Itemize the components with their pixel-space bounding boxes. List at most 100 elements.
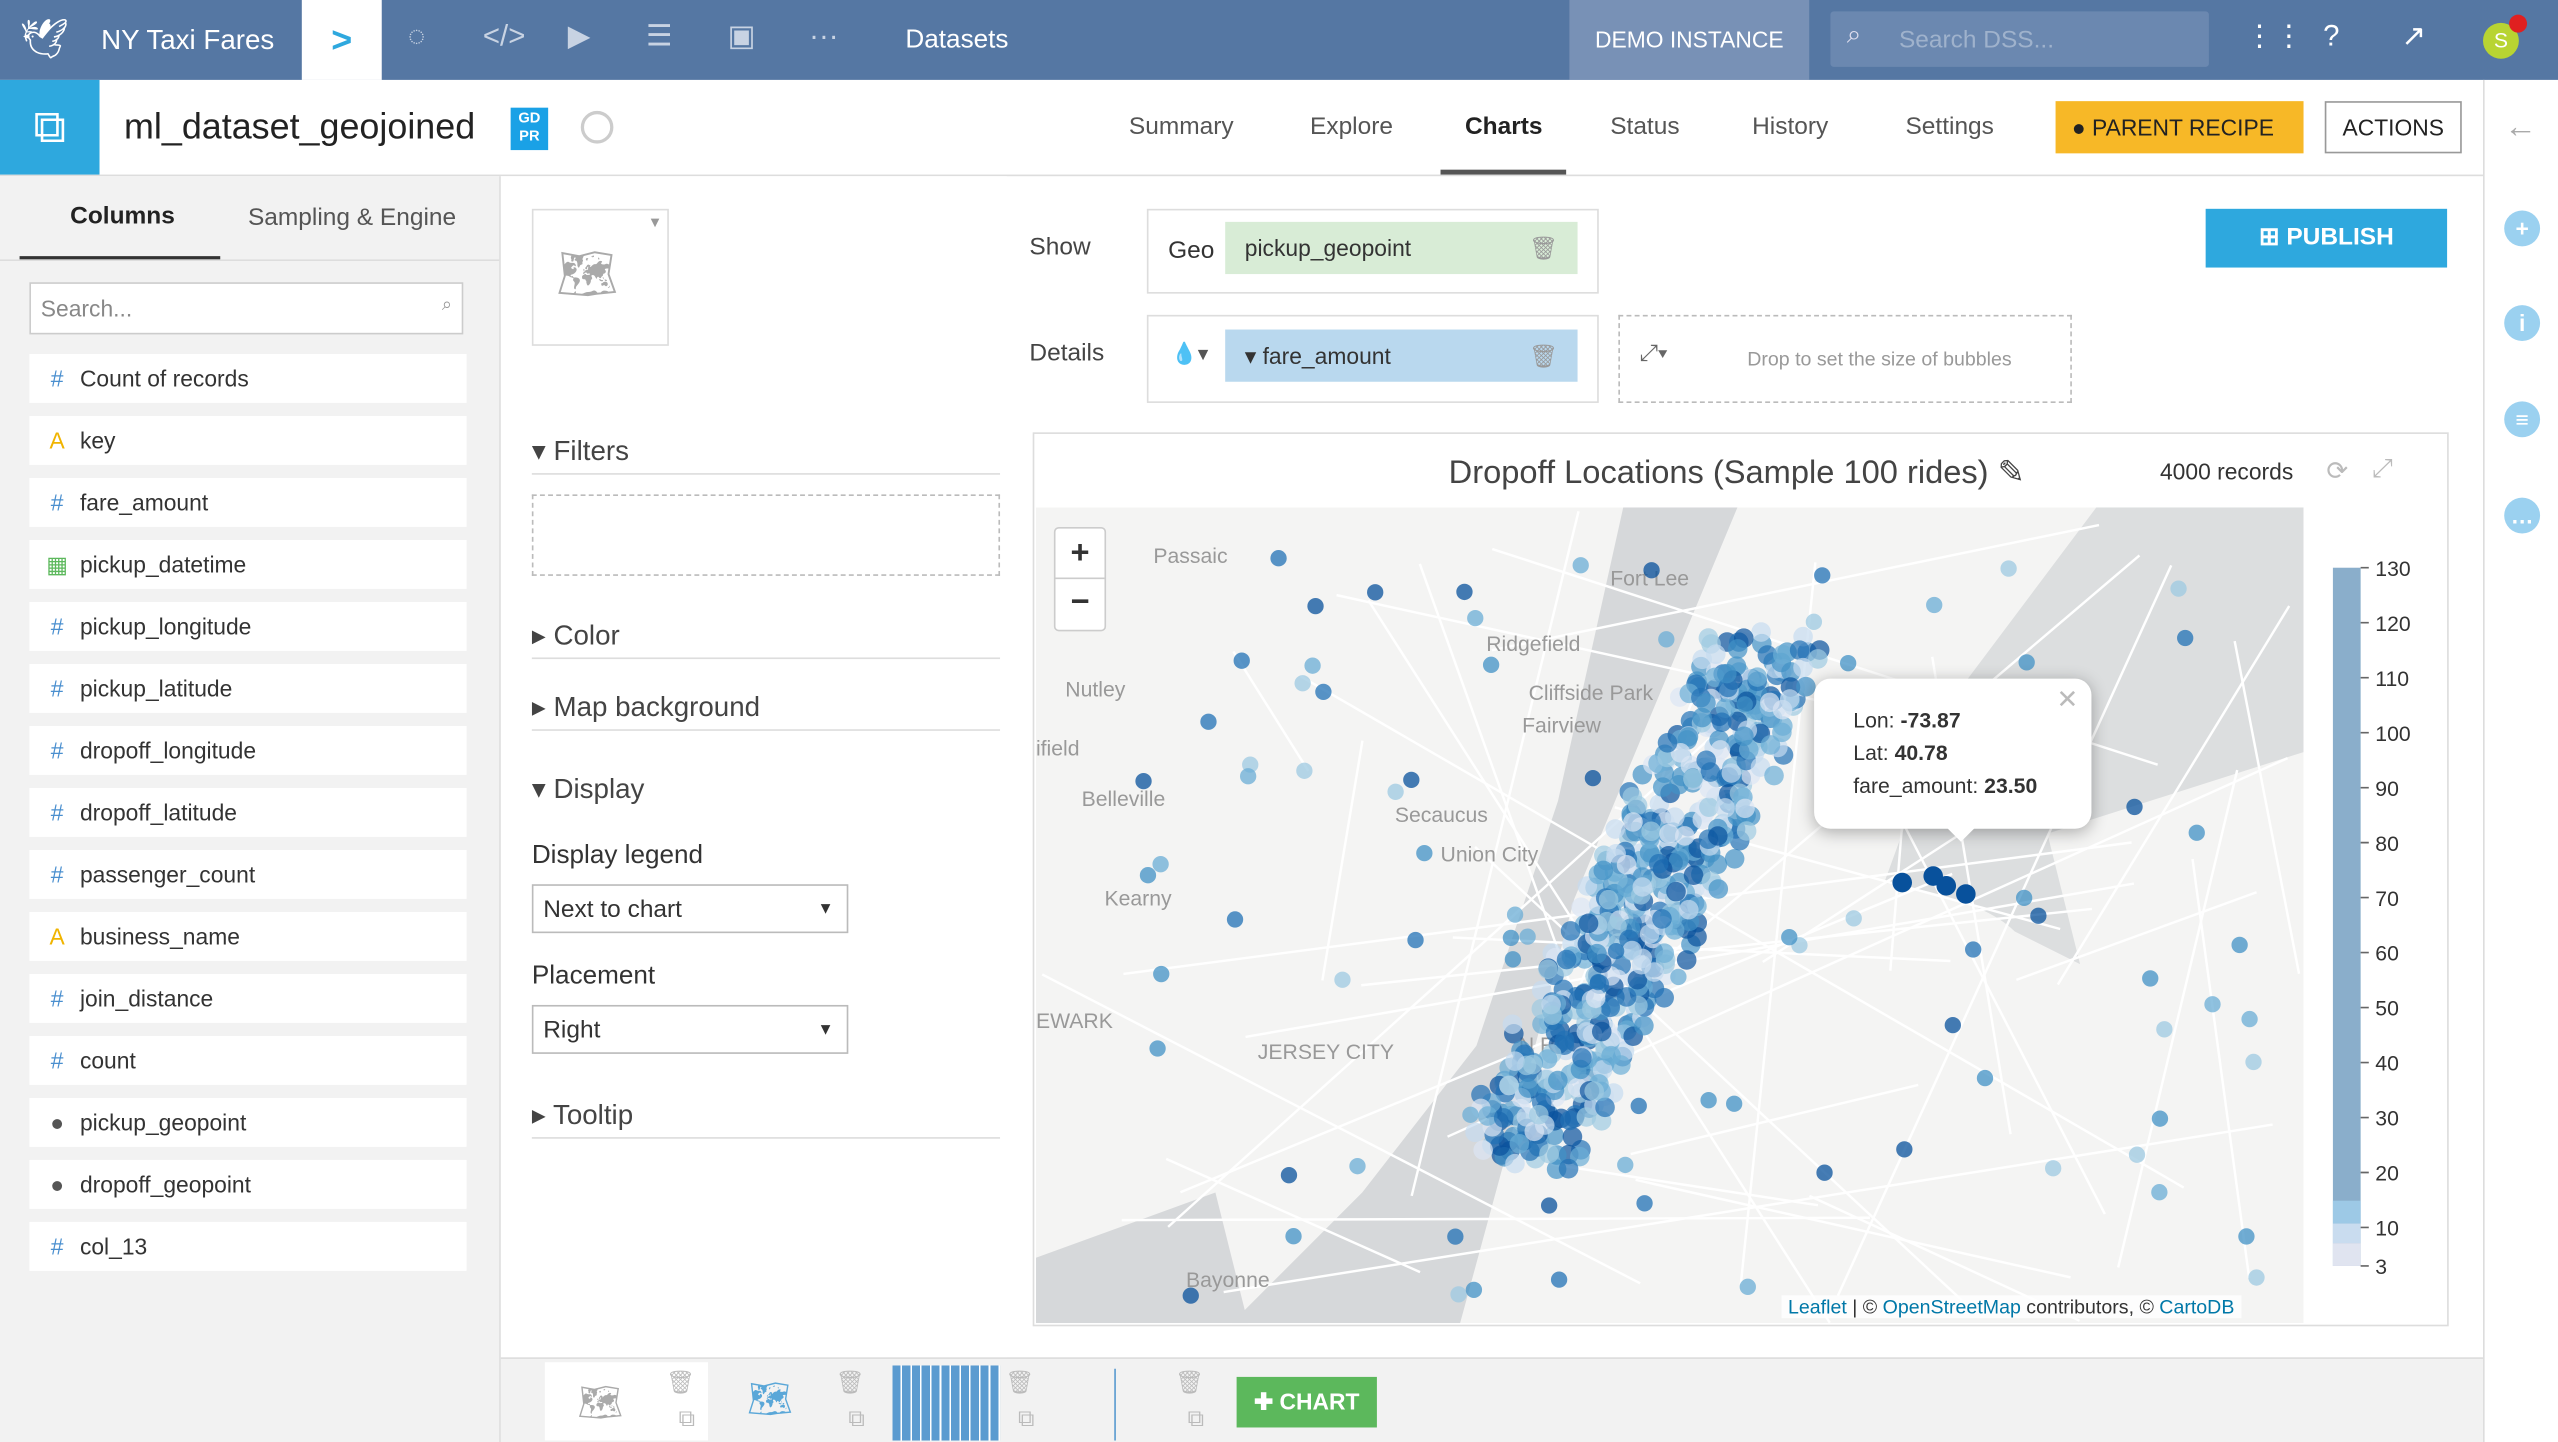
data-point[interactable]: [1728, 639, 1748, 659]
data-point[interactable]: [1764, 766, 1784, 786]
trash-icon[interactable]: 🗑: [666, 1369, 695, 1397]
back-arrow-icon[interactable]: ←: [2504, 109, 2537, 147]
duplicate-icon[interactable]: ⧉: [848, 1405, 864, 1433]
data-point[interactable]: [1780, 689, 1800, 709]
flow-icon[interactable]: >: [302, 0, 382, 80]
data-point[interactable]: [1539, 1144, 1559, 1164]
tab-explore[interactable]: Explore: [1310, 113, 1393, 141]
data-point[interactable]: [1590, 974, 1606, 990]
data-point[interactable]: [1307, 598, 1323, 614]
data-point[interactable]: [1734, 727, 1754, 747]
data-point[interactable]: [1636, 1195, 1652, 1211]
code-icon[interactable]: </>: [483, 20, 525, 54]
data-point[interactable]: [1617, 1157, 1633, 1173]
data-point[interactable]: [1152, 856, 1168, 872]
data-point[interactable]: [1403, 772, 1419, 788]
data-point[interactable]: [1465, 1123, 1485, 1143]
data-point[interactable]: [1760, 693, 1780, 713]
data-point[interactable]: [1790, 640, 1810, 660]
filters-drop-zone[interactable]: [532, 494, 1000, 576]
data-point[interactable]: [1541, 1197, 1557, 1213]
data-point[interactable]: [1507, 906, 1523, 922]
data-point[interactable]: [1587, 944, 1607, 964]
data-point[interactable]: [1641, 822, 1661, 842]
data-point[interactable]: [1584, 1081, 1604, 1101]
data-point[interactable]: [2177, 630, 2193, 646]
column-item[interactable]: # pickup_latitude: [29, 664, 466, 713]
placement-select[interactable]: Right ▼: [532, 1005, 848, 1054]
analysis-cycle-icon[interactable]: ◌: [408, 20, 425, 54]
column-item[interactable]: # dropoff_latitude: [29, 788, 466, 837]
data-point[interactable]: [1712, 712, 1732, 732]
tab-status[interactable]: Status: [1610, 113, 1679, 141]
data-point[interactable]: [1407, 932, 1423, 948]
data-point[interactable]: [1483, 657, 1499, 673]
apps-grid-icon[interactable]: ⋮⋮: [2245, 20, 2304, 54]
data-point[interactable]: [2016, 890, 2032, 906]
section-tooltip[interactable]: ▸ Tooltip: [532, 1100, 1000, 1139]
data-point[interactable]: [1473, 1140, 1493, 1160]
gdpr-badge[interactable]: GD PR: [511, 108, 549, 150]
data-point[interactable]: [1240, 768, 1256, 784]
data-point[interactable]: [2045, 1160, 2061, 1176]
data-point[interactable]: [1593, 861, 1613, 881]
add-icon[interactable]: +: [2504, 210, 2540, 246]
data-point[interactable]: [1965, 941, 1981, 957]
chart-thumb-1[interactable]: 🗺 🗑 ⧉: [545, 1362, 708, 1440]
add-chart-button[interactable]: ✚ CHART: [1237, 1377, 1377, 1428]
data-point[interactable]: [2231, 937, 2247, 953]
data-point[interactable]: [1679, 900, 1699, 920]
data-point[interactable]: [1977, 1070, 1993, 1086]
dashboard-icon[interactable]: ▣: [728, 20, 756, 54]
data-point[interactable]: [1840, 655, 1856, 671]
data-point[interactable]: [1892, 873, 1912, 893]
data-point[interactable]: [1499, 1075, 1519, 1095]
help-icon[interactable]: ?: [2323, 20, 2339, 54]
trash-icon[interactable]: 🗑: [1005, 1369, 1034, 1397]
data-point[interactable]: [1737, 821, 1757, 841]
data-point[interactable]: [1519, 928, 1535, 944]
data-point[interactable]: [1926, 597, 1942, 613]
data-point[interactable]: [2019, 654, 2035, 670]
zoom-in-button[interactable]: +: [1056, 529, 1105, 580]
data-point[interactable]: [1725, 849, 1745, 869]
data-point[interactable]: [1579, 914, 1599, 934]
data-point[interactable]: [1658, 631, 1674, 647]
data-point[interactable]: [1153, 966, 1169, 982]
duplicate-icon[interactable]: ⧉: [1018, 1405, 1034, 1433]
info-icon[interactable]: i: [2504, 305, 2540, 341]
data-point[interactable]: [1846, 910, 1862, 926]
chart-type-selector[interactable]: 🗺 ▼: [532, 209, 669, 346]
discussion-icon[interactable]: …: [2504, 498, 2540, 534]
data-point[interactable]: [1751, 622, 1771, 642]
data-point[interactable]: [1634, 1016, 1654, 1036]
data-point[interactable]: [1573, 557, 1589, 573]
data-point[interactable]: [1706, 644, 1726, 664]
tab-charts[interactable]: Charts: [1465, 113, 1543, 141]
data-point[interactable]: [2204, 996, 2220, 1012]
data-point[interactable]: [2245, 1054, 2261, 1070]
data-point[interactable]: [2189, 825, 2205, 841]
data-point[interactable]: [1601, 1046, 1621, 1066]
data-point[interactable]: [1666, 882, 1686, 902]
data-point[interactable]: [1699, 779, 1719, 799]
data-point[interactable]: [1737, 696, 1753, 712]
data-point[interactable]: [1577, 1107, 1597, 1127]
data-point[interactable]: [1560, 1111, 1580, 1131]
data-point[interactable]: [1677, 950, 1697, 970]
data-point[interactable]: [1896, 1141, 1912, 1157]
data-point[interactable]: [1816, 1165, 1832, 1181]
project-name[interactable]: NY Taxi Fares: [101, 24, 274, 57]
data-point[interactable]: [1387, 784, 1403, 800]
data-point[interactable]: [1563, 1127, 1583, 1147]
list-icon[interactable]: ≡: [2504, 401, 2540, 437]
data-point[interactable]: [1227, 911, 1243, 927]
tab-sampling-engine[interactable]: Sampling & Engine: [248, 204, 456, 232]
data-point[interactable]: [1654, 988, 1674, 1008]
data-point[interactable]: [1294, 675, 1310, 691]
data-point[interactable]: [1936, 876, 1956, 896]
data-point[interactable]: [1529, 1105, 1549, 1125]
data-point[interactable]: [1585, 770, 1601, 786]
map-area[interactable]: PassaicFort LeeRidgefieldNutley Cliffside…: [1036, 507, 2304, 1323]
publish-button[interactable]: ⊞ PUBLISH: [2206, 209, 2447, 268]
